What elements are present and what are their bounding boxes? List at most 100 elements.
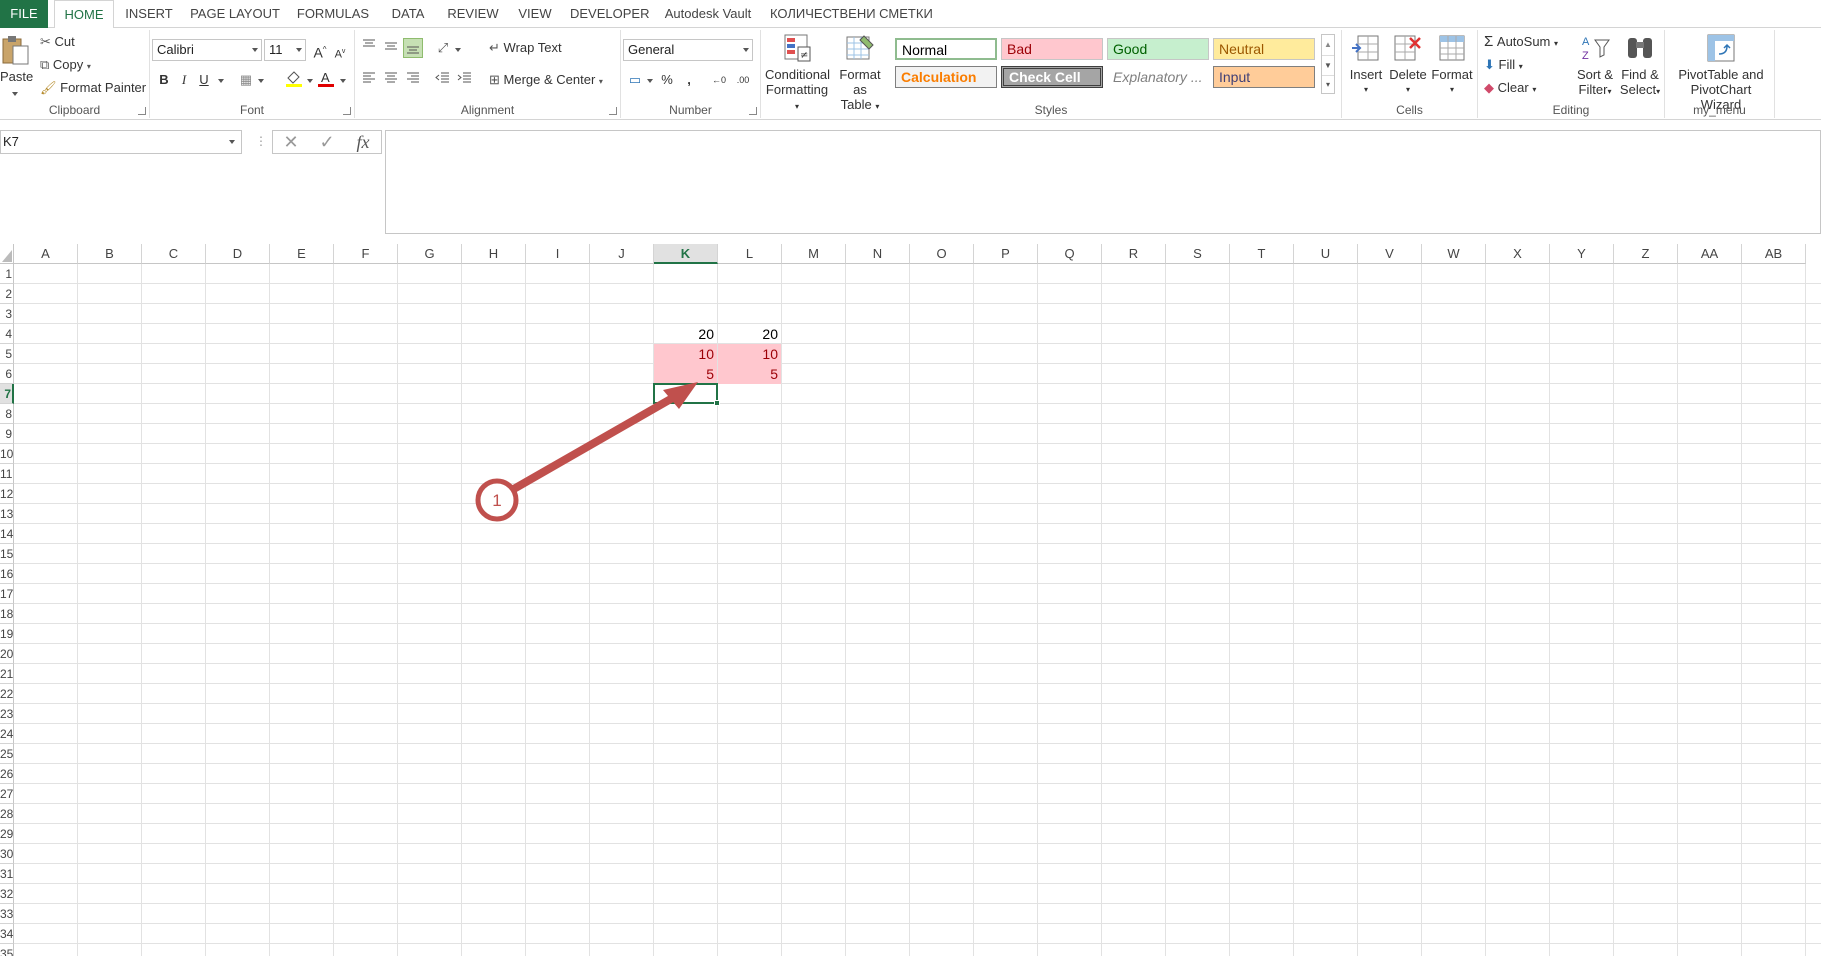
- style-explanatory[interactable]: Explanatory ...: [1107, 66, 1209, 88]
- italic-button[interactable]: I: [174, 70, 194, 90]
- align-bottom-button[interactable]: [403, 38, 423, 58]
- row-header-17[interactable]: 17: [0, 584, 14, 604]
- decrease-decimal-button[interactable]: .00: [733, 70, 753, 90]
- clear-button[interactable]: ◆ Clear ▾: [1484, 78, 1536, 98]
- row-header-2[interactable]: 2: [0, 284, 14, 304]
- name-box-dropdown-icon[interactable]: [229, 140, 235, 144]
- merge-center-dropdown-icon[interactable]: ▾: [599, 77, 603, 86]
- tab-formulas[interactable]: FORMULAS: [296, 0, 370, 28]
- select-all-corner[interactable]: [0, 244, 14, 264]
- styles-gallery-scroll[interactable]: ▲ ▼ ▾: [1321, 34, 1335, 94]
- cut-button[interactable]: ✂ Cut: [40, 32, 75, 52]
- pivot-wizard-button[interactable]: PivotTable and PivotChart Wizard: [1669, 32, 1773, 112]
- style-neutral[interactable]: Neutral: [1213, 38, 1315, 60]
- align-right-button[interactable]: [403, 70, 423, 90]
- tab-file[interactable]: FILE: [0, 0, 48, 28]
- row-header-11[interactable]: 11: [0, 464, 14, 484]
- format-painter-button[interactable]: 🖌 Format Painter: [40, 78, 146, 98]
- fill-button[interactable]: ⬇ Fill ▾: [1484, 55, 1523, 75]
- decrease-indent-button[interactable]: [433, 70, 453, 90]
- row-header-4[interactable]: 4: [0, 324, 14, 344]
- paste-button[interactable]: Paste: [0, 34, 33, 84]
- copy-button[interactable]: ⧉ Copy ▾: [40, 55, 91, 75]
- delete-cells-button[interactable]: Delete ▾: [1388, 32, 1428, 97]
- orientation-dropdown-icon[interactable]: [455, 48, 461, 52]
- align-left-button[interactable]: [359, 70, 379, 90]
- increase-decimal-button[interactable]: ←0: [709, 70, 729, 90]
- row-header-3[interactable]: 3: [0, 304, 14, 324]
- cell-l5[interactable]: 10: [718, 344, 781, 364]
- clear-dropdown-icon[interactable]: ▾: [1532, 85, 1536, 94]
- worksheet-grid[interactable]: A B C D E F G H I J K L M N O P Q R S T U V W X Y Z AA AB 1 2 3 4 5 6 7 8 9 1…: [0, 244, 1821, 956]
- tab-kolichestveni-smetki[interactable]: КОЛИЧЕСТВЕНИ СМЕТКИ: [770, 0, 933, 28]
- column-header-o[interactable]: O: [910, 244, 974, 264]
- shrink-font-button[interactable]: Av: [330, 42, 350, 62]
- fill-color-dropdown-icon[interactable]: [307, 79, 313, 83]
- column-header-r[interactable]: R: [1102, 244, 1166, 264]
- row-header-5[interactable]: 5: [0, 344, 14, 364]
- column-header-q[interactable]: Q: [1038, 244, 1102, 264]
- column-header-d[interactable]: D: [206, 244, 270, 264]
- align-center-button[interactable]: [381, 70, 401, 90]
- column-header-f[interactable]: F: [334, 244, 398, 264]
- alignment-launcher-icon[interactable]: [609, 107, 617, 115]
- styles-scroll-down-icon[interactable]: ▼: [1322, 55, 1334, 75]
- column-header-e[interactable]: E: [270, 244, 334, 264]
- font-size-select[interactable]: 11: [264, 39, 306, 61]
- row-header-27[interactable]: 27: [0, 784, 14, 804]
- column-header-h[interactable]: H: [462, 244, 526, 264]
- sort-filter-button[interactable]: A Z Sort & Filter▾: [1574, 32, 1616, 99]
- cancel-entry-button[interactable]: ✕: [277, 131, 305, 153]
- tab-data[interactable]: DATA: [384, 0, 432, 28]
- font-color-button[interactable]: A: [316, 68, 336, 88]
- column-header-s[interactable]: S: [1166, 244, 1230, 264]
- column-header-c[interactable]: C: [142, 244, 206, 264]
- font-launcher-icon[interactable]: [343, 107, 351, 115]
- row-header-12[interactable]: 12: [0, 484, 14, 504]
- tab-developer[interactable]: DEVELOPER: [570, 0, 649, 28]
- row-header-9[interactable]: 9: [0, 424, 14, 444]
- column-header-b[interactable]: B: [78, 244, 142, 264]
- column-header-m[interactable]: M: [782, 244, 846, 264]
- column-header-g[interactable]: G: [398, 244, 462, 264]
- row-header-18[interactable]: 18: [0, 604, 14, 624]
- row-header-22[interactable]: 22: [0, 684, 14, 704]
- cell-l6[interactable]: 5: [718, 364, 781, 384]
- borders-button[interactable]: ▦: [236, 70, 256, 90]
- accounting-dropdown-icon[interactable]: [647, 79, 653, 83]
- style-normal[interactable]: Normal: [895, 38, 997, 60]
- font-name-select[interactable]: Calibri: [152, 39, 262, 61]
- formula-bar-grip-icon[interactable]: ⋮: [255, 134, 267, 148]
- copy-dropdown-icon[interactable]: ▾: [87, 62, 91, 71]
- styles-scroll-up-icon[interactable]: ▲: [1322, 35, 1334, 55]
- row-header-10[interactable]: 10: [0, 444, 14, 464]
- row-header-13[interactable]: 13: [0, 504, 14, 524]
- style-check-cell[interactable]: Check Cell: [1001, 66, 1103, 88]
- bold-button[interactable]: B: [154, 70, 174, 90]
- style-good[interactable]: Good: [1107, 38, 1209, 60]
- styles-more-icon[interactable]: ▾: [1322, 75, 1334, 93]
- cell-l4[interactable]: 20: [718, 324, 781, 344]
- orientation-button[interactable]: ⤢: [433, 38, 453, 58]
- underline-dropdown-icon[interactable]: [218, 79, 224, 83]
- column-header-u[interactable]: U: [1294, 244, 1358, 264]
- active-cell-k7[interactable]: [653, 383, 718, 404]
- column-header-i[interactable]: I: [526, 244, 590, 264]
- grow-font-button[interactable]: A^: [310, 40, 330, 61]
- column-header-y[interactable]: Y: [1550, 244, 1614, 264]
- row-header-35[interactable]: 35: [0, 944, 14, 956]
- row-header-1[interactable]: 1: [0, 264, 14, 284]
- name-box[interactable]: K7: [0, 130, 242, 154]
- insert-cells-button[interactable]: Insert ▾: [1346, 32, 1386, 97]
- row-header-25[interactable]: 25: [0, 744, 14, 764]
- row-header-14[interactable]: 14: [0, 524, 14, 544]
- column-header-w[interactable]: W: [1422, 244, 1486, 264]
- align-middle-button[interactable]: [381, 38, 401, 58]
- format-cells-button[interactable]: Format ▾: [1430, 32, 1474, 97]
- row-header-21[interactable]: 21: [0, 664, 14, 684]
- row-header-6[interactable]: 6: [0, 364, 14, 384]
- style-calculation[interactable]: Calculation: [895, 66, 997, 88]
- number-launcher-icon[interactable]: [749, 107, 757, 115]
- style-bad[interactable]: Bad: [1001, 38, 1103, 60]
- insert-function-button[interactable]: fx: [349, 131, 377, 153]
